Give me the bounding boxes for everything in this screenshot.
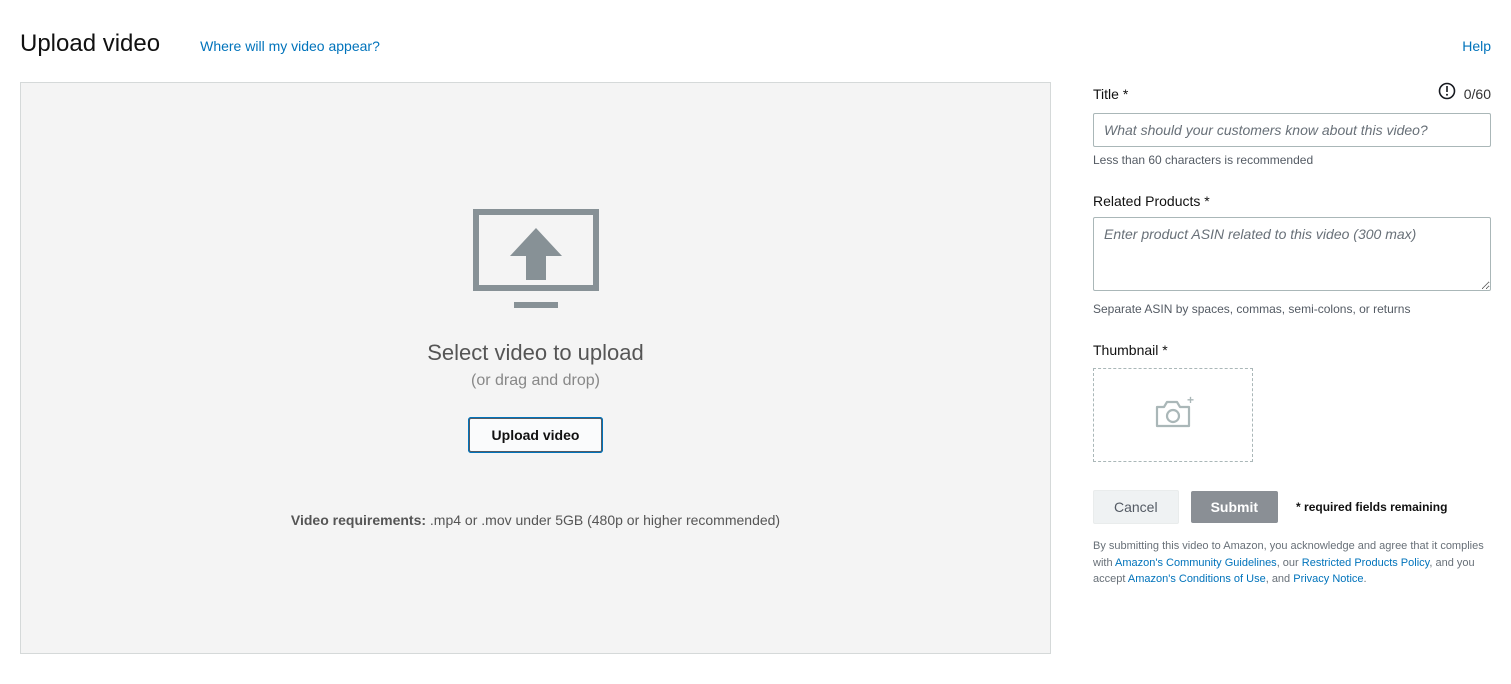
- privacy-notice-link[interactable]: Privacy Notice: [1293, 573, 1363, 585]
- required-note: * required fields remaining: [1296, 500, 1447, 514]
- title-counter: 0/60: [1464, 86, 1491, 102]
- legal-part5: .: [1364, 573, 1367, 585]
- related-helper: Separate ASIN by spaces, commas, semi-co…: [1093, 302, 1491, 316]
- upload-video-button[interactable]: Upload video: [469, 418, 603, 452]
- camera-icon: +: [1152, 396, 1194, 435]
- legal-part4: , and: [1266, 573, 1294, 585]
- cancel-button[interactable]: Cancel: [1093, 490, 1179, 524]
- legal-part2: , our: [1277, 557, 1302, 569]
- upload-dropzone[interactable]: Select video to upload (or drag and drop…: [20, 82, 1051, 654]
- help-link[interactable]: Help: [1462, 38, 1491, 54]
- warning-icon: [1438, 82, 1456, 105]
- title-helper: Less than 60 characters is recommended: [1093, 153, 1491, 167]
- dropzone-subtitle: (or drag and drop): [471, 372, 600, 390]
- thumbnail-upload[interactable]: +: [1093, 368, 1253, 462]
- conditions-of-use-link[interactable]: Amazon's Conditions of Use: [1128, 573, 1266, 585]
- title-input[interactable]: [1093, 113, 1491, 147]
- video-requirements: Video requirements: .mp4 or .mov under 5…: [291, 512, 780, 528]
- requirements-label: Video requirements:: [291, 512, 426, 528]
- where-appear-link[interactable]: Where will my video appear?: [200, 38, 380, 54]
- title-label: Title *: [1093, 86, 1128, 102]
- requirements-text: .mp4 or .mov under 5GB (480p or higher r…: [426, 512, 780, 528]
- svg-text:+: +: [1187, 396, 1194, 407]
- page-title: Upload video: [20, 30, 160, 58]
- submit-button[interactable]: Submit: [1191, 491, 1278, 523]
- restricted-products-link[interactable]: Restricted Products Policy: [1302, 557, 1430, 569]
- thumbnail-label: Thumbnail *: [1093, 342, 1168, 358]
- community-guidelines-link[interactable]: Amazon's Community Guidelines: [1115, 557, 1277, 569]
- upload-icon: [466, 208, 606, 318]
- related-products-input[interactable]: [1093, 217, 1491, 291]
- related-products-label: Related Products *: [1093, 193, 1210, 209]
- legal-text: By submitting this video to Amazon, you …: [1093, 538, 1491, 588]
- dropzone-title: Select video to upload: [427, 340, 644, 366]
